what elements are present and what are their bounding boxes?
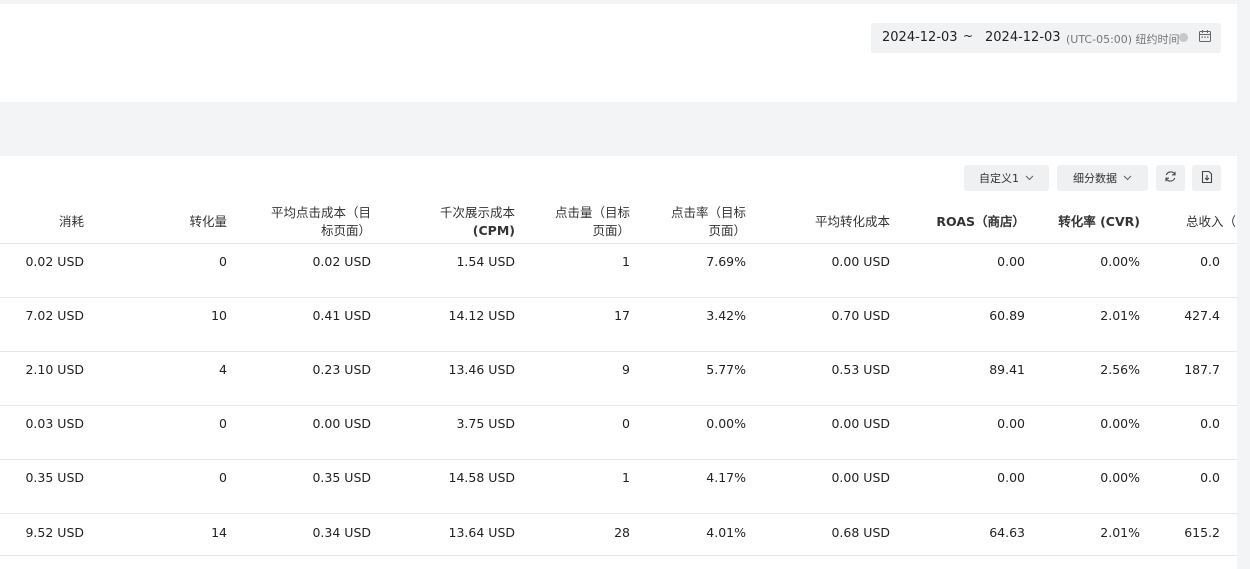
table-cell: 3.75 USD <box>456 416 515 431</box>
table-cell: 0.00 USD <box>831 254 890 269</box>
breakdown-label: 细分数据 <box>1073 172 1117 185</box>
column-header-cvr[interactable]: 转化率 (CVR) <box>1058 201 1140 243</box>
chevron-down-icon <box>1123 173 1132 184</box>
table-cell: 64.63 <box>989 525 1025 540</box>
custom-columns-dropdown[interactable]: 自定义1 <box>964 165 1049 191</box>
column-header-cost-per-conversion[interactable]: 平均转化成本 <box>815 201 890 243</box>
table-cell: 0.00 <box>997 470 1025 485</box>
table-cell: 0 <box>219 470 227 485</box>
table-cell: 13.46 USD <box>448 362 515 377</box>
table-cell: 17 <box>614 308 630 323</box>
table-cell: 427.4 <box>1184 308 1220 323</box>
export-icon <box>1201 170 1213 187</box>
table-cell: 0.34 USD <box>312 525 371 540</box>
column-header-spend[interactable]: 消耗 <box>59 201 84 243</box>
table-row: 9.52 USD 14 0.34 USD 13.64 USD 28 4.01% 0.68 U… <box>0 513 1237 556</box>
table-cell: 0.35 USD <box>25 470 84 485</box>
table-cell: 0.00 <box>997 416 1025 431</box>
table-cell: 10 <box>211 308 227 323</box>
table-cell: 14 <box>211 525 227 540</box>
custom-columns-label: 自定义1 <box>979 172 1019 185</box>
table-cell: 5.77% <box>706 362 746 377</box>
date-separator: ~ <box>963 29 974 43</box>
table-cell: 13.64 USD <box>448 525 515 540</box>
table-cell: 0 <box>622 416 630 431</box>
calendar-icon[interactable] <box>1198 29 1212 47</box>
date-end[interactable]: 2024-12-03 <box>985 30 1061 45</box>
table-cell: 0 <box>219 254 227 269</box>
table-cell: 0.00 USD <box>831 470 890 485</box>
table-cell: 0.23 USD <box>312 362 371 377</box>
table-cell: 0.53 USD <box>831 362 890 377</box>
column-header-conversions[interactable]: 转化量 <box>189 201 227 243</box>
column-header-roas[interactable]: ROAS（商店） <box>936 201 1025 243</box>
table-cell: 0 <box>219 416 227 431</box>
table-row: 0.35 USD 0 0.35 USD 14.58 USD 1 4.17% 0.00 USD… <box>0 459 1237 514</box>
table-row: 7.02 USD 10 0.41 USD 14.12 USD 17 3.42% 0.70 U… <box>0 297 1237 352</box>
table-cell: 0.00 USD <box>312 416 371 431</box>
table-cell: 2.10 USD <box>25 362 84 377</box>
table-row: 0.02 USD 0 0.02 USD 1.54 USD 1 7.69% 0.00 USD 0… <box>0 243 1237 298</box>
table-cell: 1.54 USD <box>456 254 515 269</box>
table-cell: 2.01% <box>1100 308 1140 323</box>
table-cell: 7.02 USD <box>25 308 84 323</box>
table-cell: 4.01% <box>706 525 746 540</box>
table-cell: 0.0 <box>1200 416 1220 431</box>
column-header-cpm[interactable]: 千次展示成本 (CPM) <box>440 201 515 243</box>
refresh-icon <box>1164 170 1177 186</box>
table-cell: 615.2 <box>1184 525 1220 540</box>
column-header-clicks[interactable]: 点击量（目标 页面） <box>555 201 630 243</box>
table-cell: 14.58 USD <box>448 470 515 485</box>
table-cell: 0.00 <box>997 254 1025 269</box>
breakdown-dropdown[interactable]: 细分数据 <box>1057 165 1148 191</box>
info-icon[interactable] <box>1179 33 1188 42</box>
table-cell: 0.35 USD <box>312 470 371 485</box>
filter-panel: 2024-12-03 ~ 2024-12-03 (UTC-05:00) 纽约时间 <box>0 4 1237 102</box>
table-cell: 0.00% <box>1100 416 1140 431</box>
table-cell: 0.68 USD <box>831 525 890 540</box>
table-cell: 4 <box>219 362 227 377</box>
table-row: 2.10 USD 4 0.23 USD 13.46 USD 9 5.77% 0.53 USD… <box>0 351 1237 406</box>
table-cell: 187.7 <box>1184 362 1220 377</box>
table-cell: 0.02 USD <box>25 254 84 269</box>
table-cell: 0.02 USD <box>312 254 371 269</box>
table-cell: 0.00 USD <box>831 416 890 431</box>
table-cell: 0.0 <box>1200 254 1220 269</box>
table-cell: 14.12 USD <box>448 308 515 323</box>
table-cell: 0.00% <box>1100 254 1140 269</box>
column-header-avg-cpc[interactable]: 平均点击成本（目 标页面） <box>271 201 371 243</box>
timezone-label: (UTC-05:00) 纽约时间 <box>1066 33 1180 46</box>
table-cell: 3.42% <box>706 308 746 323</box>
date-start[interactable]: 2024-12-03 <box>882 30 958 45</box>
column-header-ctr[interactable]: 点击率（目标 页面） <box>671 201 746 243</box>
table-cell: 9 <box>622 362 630 377</box>
table-cell: 0.00% <box>1100 470 1140 485</box>
table-cell: 2.56% <box>1100 362 1140 377</box>
table-cell: 9.52 USD <box>25 525 84 540</box>
date-range-picker[interactable]: 2024-12-03 ~ 2024-12-03 (UTC-05:00) 纽约时间 <box>871 23 1221 53</box>
table-cell: 0.03 USD <box>25 416 84 431</box>
table-cell: 4.17% <box>706 470 746 485</box>
table-cell: 60.89 <box>989 308 1025 323</box>
table-cell: 0.0 <box>1200 470 1220 485</box>
table-cell: 1 <box>622 254 630 269</box>
table-header: 消耗 转化量 平均点击成本（目 标页面） 千次展示成本 (CPM) 点击量（目标 … <box>0 201 1237 244</box>
data-table-panel: 自定义1 细分数据 消耗 转化量 平均点击成本（目 标页面） 千次展示成本 (C… <box>0 156 1237 569</box>
column-header-total-revenue[interactable]: 总收入（ <box>1186 201 1236 243</box>
export-button[interactable] <box>1192 165 1221 191</box>
table-cell: 89.41 <box>989 362 1025 377</box>
table-cell: 7.69% <box>706 254 746 269</box>
table-cell: 0.41 USD <box>312 308 371 323</box>
table-cell: 28 <box>614 525 630 540</box>
table-cell: 0.00% <box>706 416 746 431</box>
table-row: 0.03 USD 0 0.00 USD 3.75 USD 0 0.00% 0.00 USD 0… <box>0 405 1237 460</box>
refresh-button[interactable] <box>1156 165 1185 191</box>
table-cell: 2.01% <box>1100 525 1140 540</box>
table-cell: 0.70 USD <box>831 308 890 323</box>
chevron-down-icon <box>1025 173 1034 184</box>
table-cell: 1 <box>622 470 630 485</box>
